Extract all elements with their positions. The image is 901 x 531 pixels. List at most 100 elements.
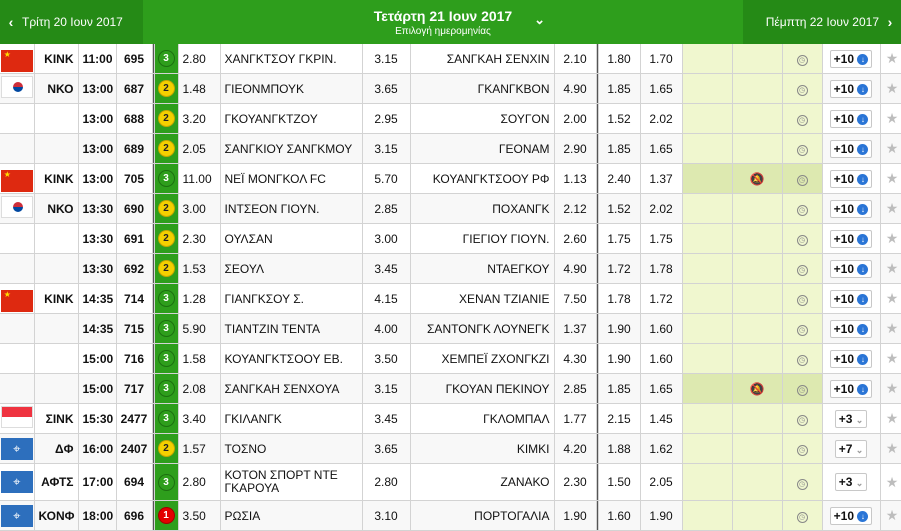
more-markets-button[interactable]: +10 ↓ xyxy=(829,199,873,218)
odd-draw[interactable]: 3.45 xyxy=(362,253,411,284)
star-icon[interactable]: ★ xyxy=(886,507,899,523)
more-markets-cell[interactable]: +7 ⌄ xyxy=(822,433,881,464)
odd-under[interactable]: 1.85 xyxy=(598,133,641,164)
star-icon[interactable]: ★ xyxy=(886,320,899,336)
clock-icon[interactable]: ◷ xyxy=(796,175,808,186)
odd-over[interactable]: 1.75 xyxy=(640,223,683,254)
match-row[interactable]: ΝΚΟ 13:30 690 2 3.00 ΙΝΤΣΕΟΝ ΓΙΟΥΝ. 2.85 ΠΟΧΑΝΓ… xyxy=(0,193,901,224)
more-markets-button[interactable]: +10 ↓ xyxy=(829,259,873,278)
star-icon[interactable]: ★ xyxy=(886,440,899,456)
notification-cell[interactable] xyxy=(732,463,783,501)
odd-home[interactable]: 3.20 xyxy=(178,103,221,134)
more-markets-cell[interactable]: +10 ↓ xyxy=(822,313,881,344)
match-row[interactable]: 13:00 688 2 3.20 ΓΚΟΥΑΝΓΚΤΖΟΥ 2.95 ΣΟΥΓΟΝ 2.00 1… xyxy=(0,103,901,134)
more-markets-button[interactable]: +10 ↓ xyxy=(829,49,873,68)
more-markets-cell[interactable]: +10 ↓ xyxy=(822,133,881,164)
notification-cell[interactable] xyxy=(732,343,783,374)
more-markets-cell[interactable]: +10 ↓ xyxy=(822,343,881,374)
match-row[interactable]: ΝΚΟ 13:00 687 2 1.48 ΓΙΕΟΝΜΠΟΥΚ 3.65 ΓΚΑΝΓΚΒΟΝ 4… xyxy=(0,73,901,104)
more-markets-button[interactable]: +10 ↓ xyxy=(829,109,873,128)
extra-market-cell[interactable] xyxy=(682,193,733,224)
schedule-cell[interactable]: ◷ xyxy=(782,133,823,164)
odd-under[interactable]: 1.90 xyxy=(598,343,641,374)
clock-icon[interactable]: ◷ xyxy=(796,205,808,216)
star-icon[interactable]: ★ xyxy=(886,260,899,276)
notification-cell[interactable] xyxy=(732,403,783,434)
odd-draw[interactable]: 2.85 xyxy=(362,193,411,224)
schedule-cell[interactable]: ◷ xyxy=(782,73,823,104)
favorite-cell[interactable]: ★ xyxy=(880,223,901,254)
favorite-cell[interactable]: ★ xyxy=(880,403,901,434)
favorite-cell[interactable]: ★ xyxy=(880,133,901,164)
odd-under[interactable]: 1.75 xyxy=(598,223,641,254)
match-row[interactable]: 13:00 689 2 2.05 ΣΑΝΓΚΙΟΥ ΣΑΝΓΚΜΟΥ 3.15 ΓΕΟΝΑΜ… xyxy=(0,133,901,164)
odd-draw[interactable]: 3.45 xyxy=(362,403,411,434)
more-markets-button[interactable]: +10 ↓ xyxy=(829,169,873,188)
extra-market-cell[interactable] xyxy=(682,313,733,344)
extra-market-cell[interactable] xyxy=(682,500,733,531)
odd-over[interactable]: 1.45 xyxy=(640,403,683,434)
odd-away[interactable]: 1.37 xyxy=(554,313,597,344)
schedule-cell[interactable]: ◷ xyxy=(782,44,823,74)
notification-cell[interactable] xyxy=(732,433,783,464)
schedule-cell[interactable]: ◷ xyxy=(782,163,823,194)
odd-under[interactable]: 1.72 xyxy=(598,253,641,284)
odd-away[interactable]: 2.12 xyxy=(554,193,597,224)
more-markets-button[interactable]: +10 ↓ xyxy=(829,506,873,525)
odd-over[interactable]: 1.60 xyxy=(640,343,683,374)
muted-bell-icon[interactable]: 🔕 xyxy=(750,172,765,186)
notification-cell[interactable] xyxy=(732,44,783,74)
odd-over[interactable]: 1.62 xyxy=(640,433,683,464)
odd-home[interactable]: 5.90 xyxy=(178,313,221,344)
schedule-cell[interactable]: ◷ xyxy=(782,253,823,284)
schedule-cell[interactable]: ◷ xyxy=(782,103,823,134)
favorite-cell[interactable]: ★ xyxy=(880,463,901,501)
odd-home[interactable]: 1.28 xyxy=(178,283,221,314)
extra-market-cell[interactable] xyxy=(682,253,733,284)
clock-icon[interactable]: ◷ xyxy=(796,265,808,276)
favorite-cell[interactable]: ★ xyxy=(880,500,901,531)
odd-home[interactable]: 3.40 xyxy=(178,403,221,434)
odd-draw[interactable]: 3.15 xyxy=(362,373,411,404)
next-day-button[interactable]: Πέμπτη 22 Ιουν 2017 › xyxy=(743,0,901,44)
match-row[interactable]: 13:30 691 2 2.30 ΟΥΛΣΑΝ 3.00 ΓΙΕΓΙΟΥ ΓΙΟΥΝ. 2.6… xyxy=(0,223,901,254)
odd-home[interactable]: 1.57 xyxy=(178,433,221,464)
odd-home[interactable]: 2.80 xyxy=(178,463,221,501)
extra-market-cell[interactable] xyxy=(682,403,733,434)
clock-icon[interactable]: ◷ xyxy=(796,512,808,523)
odd-over[interactable]: 2.02 xyxy=(640,193,683,224)
match-row[interactable]: ★ ΚΙΝΚ 11:00 695 3 2.80 ΧΑΝΓΚΤΣΟΥ ΓΚΡΙΝ. 3.15 ΣΑ… xyxy=(0,44,901,74)
more-markets-button[interactable]: +10 ↓ xyxy=(829,349,873,368)
odd-draw[interactable]: 3.65 xyxy=(362,433,411,464)
notification-cell[interactable]: 🔕 xyxy=(732,373,783,404)
odd-under[interactable]: 1.52 xyxy=(598,103,641,134)
odd-over[interactable]: 1.65 xyxy=(640,133,683,164)
favorite-cell[interactable]: ★ xyxy=(880,44,901,74)
odd-away[interactable]: 2.60 xyxy=(554,223,597,254)
odd-away[interactable]: 1.13 xyxy=(554,163,597,194)
match-row[interactable]: ⌖ ΔΦ 16:00 2407 2 1.57 ΤΟΣΝΟ 3.65 ΚΙΜΚΙ 4.20 1.88 1… xyxy=(0,433,901,464)
extra-market-cell[interactable] xyxy=(682,133,733,164)
extra-market-cell[interactable] xyxy=(682,103,733,134)
current-date-selector[interactable]: Τετάρτη 21 Ιουν 2017 Επιλογή ημερομηνίας… xyxy=(143,0,743,44)
schedule-cell[interactable]: ◷ xyxy=(782,463,823,501)
star-icon[interactable]: ★ xyxy=(886,140,899,156)
schedule-cell[interactable]: ◷ xyxy=(782,500,823,531)
notification-cell[interactable] xyxy=(732,500,783,531)
favorite-cell[interactable]: ★ xyxy=(880,433,901,464)
odd-draw[interactable]: 5.70 xyxy=(362,163,411,194)
odd-over[interactable]: 1.60 xyxy=(640,313,683,344)
more-markets-button[interactable]: +3 ⌄ xyxy=(834,409,868,428)
clock-icon[interactable]: ◷ xyxy=(796,55,808,66)
match-row[interactable]: ⌖ ΚΟΝΦ 18:00 696 1 3.50 ΡΩΣΙΑ 3.10 ΠΟΡΤΟΓΑΛΙΑ 1.9… xyxy=(0,500,901,531)
more-markets-cell[interactable]: +3 ⌄ xyxy=(822,463,881,501)
match-row[interactable]: 13:30 692 2 1.53 ΣΕΟΥΛ 3.45 ΝΤΑΕΓΚΟΥ 4.90 1.72 1.… xyxy=(0,253,901,284)
odd-away[interactable]: 7.50 xyxy=(554,283,597,314)
star-icon[interactable]: ★ xyxy=(886,170,899,186)
favorite-cell[interactable]: ★ xyxy=(880,343,901,374)
more-markets-cell[interactable]: +10 ↓ xyxy=(822,44,881,74)
more-markets-button[interactable]: +3 ⌄ xyxy=(834,473,868,491)
more-markets-button[interactable]: +10 ↓ xyxy=(829,79,873,98)
double-chevron-down-icon[interactable]: ⌄ xyxy=(534,12,545,28)
match-row[interactable]: ★ ΚΙΝΚ 13:00 705 3 11.00 ΝΕΪ ΜΟΝΓΚΟΛ FC 5.70 ΚΟΥ… xyxy=(0,163,901,194)
